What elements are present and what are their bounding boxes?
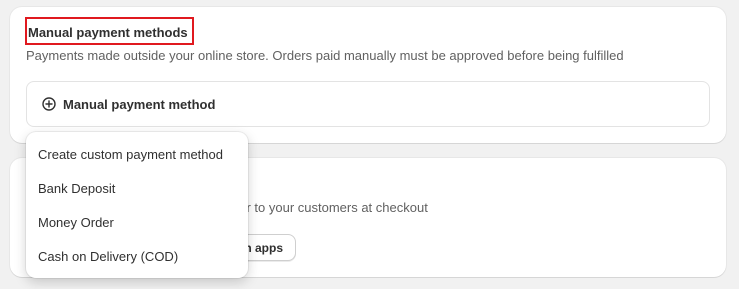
section-title: Manual payment methods xyxy=(25,17,194,45)
manual-payment-methods-card: Manual payment methods Payments made out… xyxy=(10,7,726,143)
plus-circle-icon xyxy=(42,97,56,111)
manual-payment-method-dropdown: Create custom payment method Bank Deposi… xyxy=(26,132,248,278)
add-manual-payment-method-button[interactable]: Manual payment method xyxy=(26,81,710,127)
dropdown-item-bank-deposit[interactable]: Bank Deposit xyxy=(26,172,248,206)
dropdown-item-money-order[interactable]: Money Order xyxy=(26,206,248,240)
section-subtitle: Payments made outside your online store.… xyxy=(26,48,624,63)
dropdown-item-create-custom[interactable]: Create custom payment method xyxy=(26,138,248,172)
dropdown-item-cash-on-delivery[interactable]: Cash on Delivery (COD) xyxy=(26,240,248,274)
add-manual-payment-method-label: Manual payment method xyxy=(63,96,216,112)
payment-apps-description: ear to your customers at checkout xyxy=(232,200,428,215)
